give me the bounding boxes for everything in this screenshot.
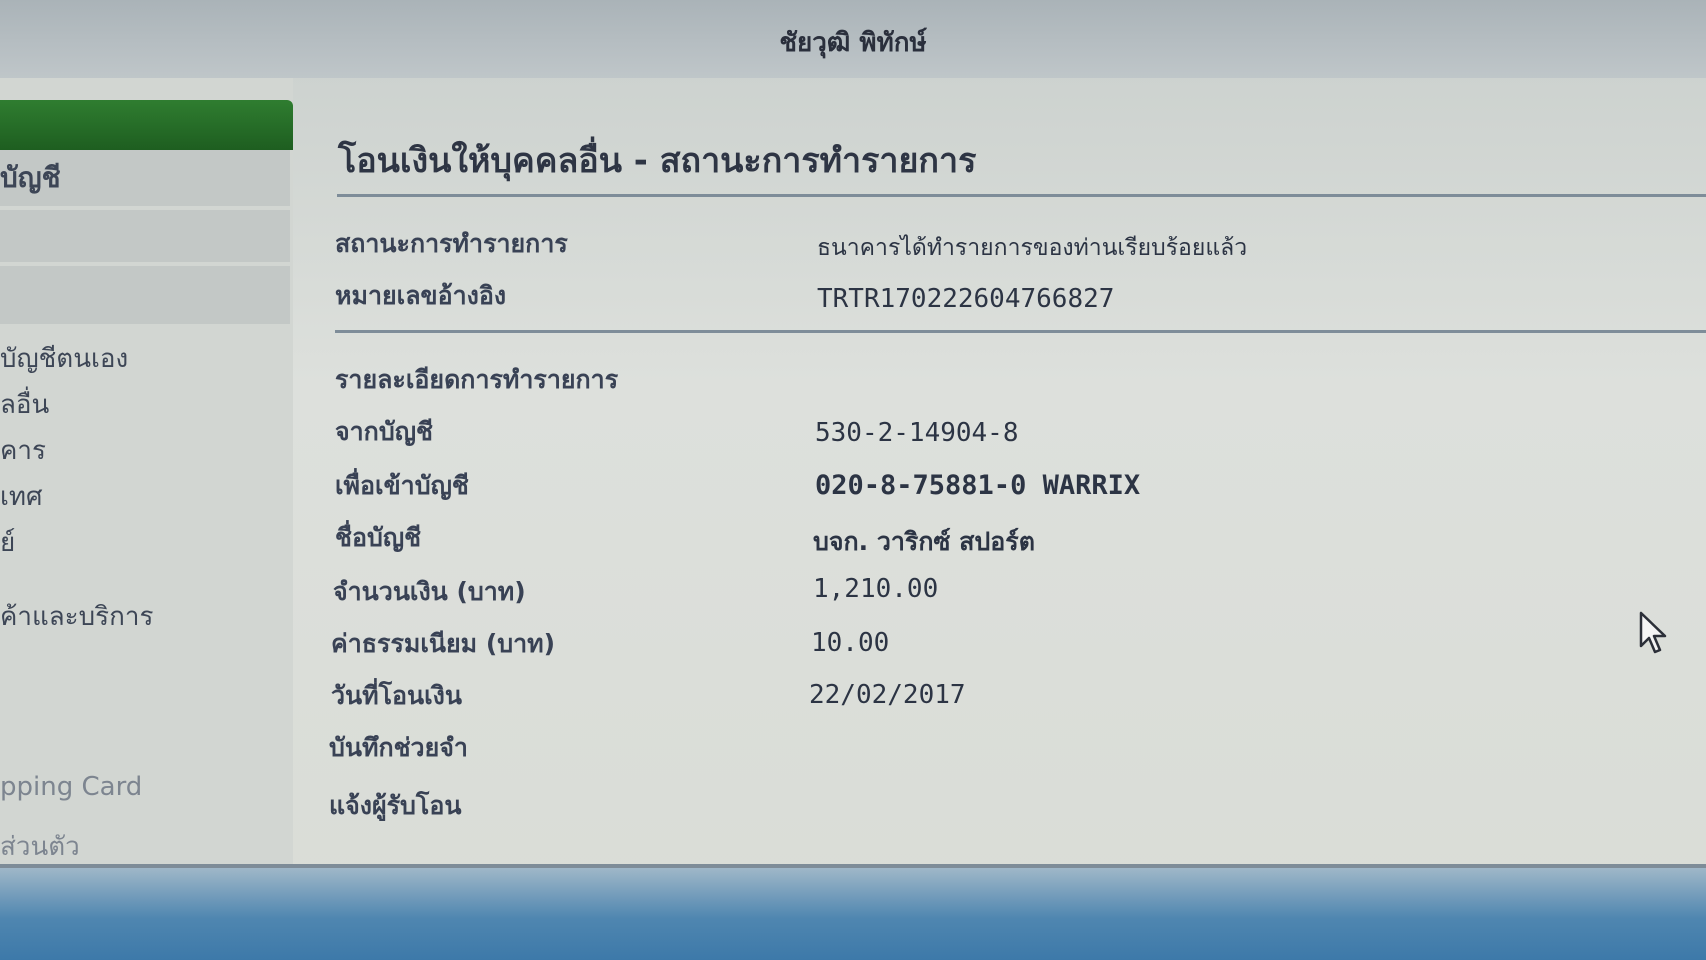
sidebar-block-2[interactable]	[0, 210, 290, 262]
status-divider	[335, 330, 1706, 333]
sidebar-item-own-account[interactable]: บัญชีตนเอง	[0, 338, 128, 379]
amount-value: 1,210.00	[813, 574, 939, 604]
fee-label: ค่าธรรมเนียม (บาท)	[331, 629, 556, 658]
sidebar-item-shopping-card[interactable]: pping Card	[0, 772, 142, 802]
amount-label: จำนวนเงิน (บาท)	[333, 577, 526, 606]
sidebar: บัญชี บัญชีตนเอง ลอื่น คาร เทศ ย์ ค้าและ…	[0, 78, 293, 868]
sidebar-item-other[interactable]: ลอื่น	[0, 384, 49, 425]
status-label: สถานะการทำรายการ	[335, 229, 568, 258]
to-account-label: เพื่อเข้าบัญชี	[335, 471, 469, 500]
date-label: วันที่โอนเงิน	[331, 681, 462, 710]
screen: ชัยวุฒิ พิทักษ์ บัญชี บัญชีตนเอง ลอื่น ค…	[0, 0, 1706, 960]
taskbar	[0, 868, 1706, 960]
sidebar-item-5[interactable]: ย์	[0, 522, 15, 563]
user-name: ชัยวุฒิ พิทักษ์	[779, 28, 927, 58]
date-value: 22/02/2017	[809, 680, 966, 710]
sidebar-item-bank[interactable]: คาร	[0, 430, 46, 471]
main-content: โอนเงินให้บุคคลอื่น - สถานะการทำรายการ ส…	[300, 78, 1706, 868]
notify-label[interactable]: แจ้งผู้รับโอน	[329, 786, 461, 826]
sidebar-item-goods-services[interactable]: ค้าและบริการ	[0, 596, 153, 637]
sidebar-item-personal[interactable]: ส่วนตัว	[0, 826, 80, 867]
sidebar-active-tab[interactable]	[0, 100, 293, 150]
reference-label: หมายเลขอ้างอิง	[335, 281, 507, 310]
reference-value: TRTR170222604766827	[817, 284, 1115, 314]
top-bar: ชัยวุฒิ พิทักษ์	[0, 0, 1706, 78]
memo-label: บันทึกช่วยจำ	[329, 733, 468, 762]
from-account-label: จากบัญชี	[335, 417, 433, 446]
page-title: โอนเงินให้บุคคลอื่น - สถานะการทำรายการ	[338, 141, 977, 181]
sidebar-item-accounts[interactable]: บัญชี	[0, 156, 61, 200]
mouse-pointer-icon	[1639, 611, 1667, 654]
account-name-label: ชื่อบัญชี	[335, 523, 422, 552]
sidebar-block-3[interactable]	[0, 266, 290, 324]
account-name-value: บจก. วาริกซ์ สปอร์ต	[813, 527, 1035, 556]
title-divider	[337, 194, 1706, 197]
details-heading: รายละเอียดการทำรายการ	[335, 365, 619, 394]
from-account-value: 530-2-14904-8	[815, 418, 1019, 448]
fee-value: 10.00	[811, 628, 890, 658]
status-value: ธนาคารได้ทำรายการของท่านเรียบร้อยแล้ว	[817, 235, 1248, 261]
to-account-value: 020-8-75881-0 WARRIX	[815, 470, 1141, 501]
sidebar-item-abroad[interactable]: เทศ	[0, 476, 43, 517]
